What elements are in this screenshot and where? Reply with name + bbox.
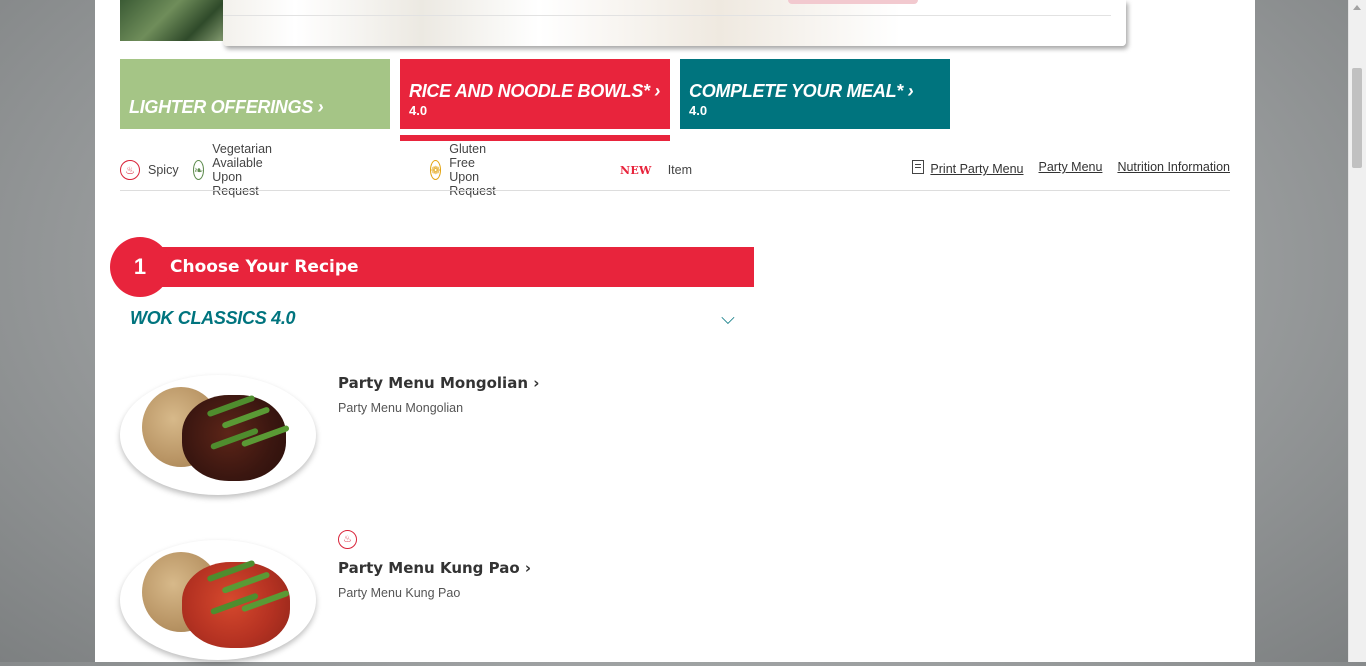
print-icon bbox=[912, 160, 925, 174]
step-number-badge: 1 bbox=[110, 237, 170, 297]
spicy-icon: ♨ bbox=[338, 530, 357, 549]
hero-card bbox=[223, 0, 1126, 46]
legend-divider bbox=[120, 190, 1230, 191]
tile-lighter-offerings[interactable]: LIGHTER OFFERINGS › bbox=[120, 59, 390, 129]
scrollbar[interactable] bbox=[1348, 0, 1366, 662]
active-tile-indicator bbox=[400, 135, 670, 141]
item-description-mongolian: Party Menu Mongolian bbox=[338, 401, 464, 415]
party-menu-link[interactable]: Party Menu bbox=[1039, 160, 1103, 176]
scrollbar-thumb[interactable] bbox=[1352, 68, 1362, 168]
tile-rice-noodle-bowls[interactable]: RICE AND NOODLE BOWLS* › 4.0 bbox=[400, 59, 670, 129]
kung-pao-image[interactable] bbox=[120, 540, 320, 666]
hero-card-divider bbox=[223, 15, 1111, 16]
tile-lighter-offerings-label: LIGHTER OFFERINGS › bbox=[129, 97, 324, 117]
hero-card-accent bbox=[788, 0, 918, 4]
legend-new-item-label: Item bbox=[667, 163, 693, 177]
tile-complete-your-meal-label: COMPLETE YOUR MEAL* › bbox=[689, 81, 914, 101]
menu-page: LIGHTER OFFERINGS › RICE AND NOODLE BOWL… bbox=[95, 0, 1255, 662]
legend-spicy-label: Spicy bbox=[148, 163, 179, 177]
menu-links: Print Party Menu Party Menu Nutrition In… bbox=[912, 160, 1230, 176]
kung-pao-chicken bbox=[182, 562, 290, 648]
item-description-kung-pao: Party Menu Kung Pao bbox=[338, 586, 461, 600]
new-badge: NEW bbox=[620, 163, 652, 177]
wheat-icon: ❁ bbox=[430, 160, 442, 180]
mongolian-image[interactable] bbox=[120, 375, 320, 501]
print-party-menu-link[interactable]: Print Party Menu bbox=[912, 160, 1024, 176]
leaf-icon: ❧ bbox=[193, 160, 205, 180]
legend-new-item: NEW Item bbox=[620, 158, 692, 182]
chevron-down-icon[interactable]: ⌵ bbox=[718, 309, 738, 327]
item-name-kung-pao[interactable]: Party Menu Kung Pao › bbox=[338, 559, 531, 577]
spicy-icon: ♨ bbox=[120, 160, 140, 180]
legend-spicy: ♨ Spicy bbox=[120, 158, 179, 182]
item-name-mongolian[interactable]: Party Menu Mongolian › bbox=[338, 374, 539, 392]
scroll-up-arrow-icon[interactable] bbox=[1353, 5, 1361, 10]
nutrition-information-link[interactable]: Nutrition Information bbox=[1117, 160, 1230, 176]
legend-vegetarian: ❧ Vegetarian Available Upon Request bbox=[193, 142, 281, 198]
tile-complete-your-meal[interactable]: COMPLETE YOUR MEAL* › 4.0 bbox=[680, 59, 950, 129]
print-party-menu-label: Print Party Menu bbox=[930, 162, 1024, 176]
tile-rice-noodle-bowls-label: RICE AND NOODLE BOWLS* › bbox=[409, 81, 661, 101]
legend-gluten-free: ❁ Gluten Free Upon Request bbox=[430, 142, 505, 198]
subcategory-title[interactable]: WOK CLASSICS 4.0 bbox=[130, 308, 296, 329]
section-title: Choose Your Recipe bbox=[170, 257, 359, 277]
hero-food-image bbox=[120, 0, 230, 41]
tile-complete-your-meal-version: 4.0 bbox=[689, 103, 708, 118]
tile-rice-noodle-bowls-version: 4.0 bbox=[409, 103, 428, 118]
